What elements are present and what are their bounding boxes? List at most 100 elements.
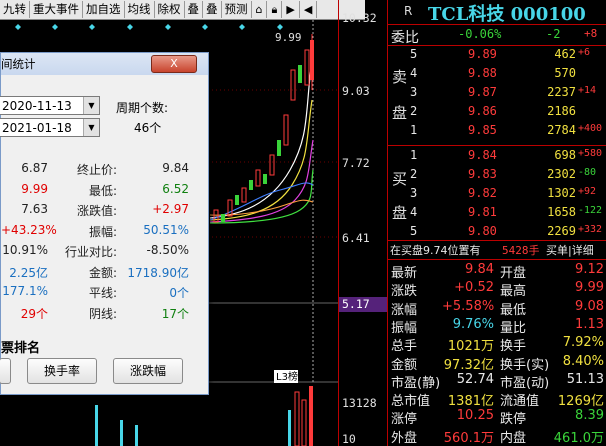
chevron-down-icon[interactable]: ▼: [83, 119, 99, 136]
toolbar-jiuzhuan[interactable]: 九转: [0, 1, 30, 18]
buy-level-row[interactable]: 3 9.82 1302 +92: [388, 186, 606, 204]
toolbar-ex-rights[interactable]: 除权: [155, 1, 185, 18]
stat-value: 8.40%: [562, 353, 604, 369]
axis-tick: 10: [342, 432, 356, 446]
stat-row: 总手 1021万 换手 7.92%: [388, 335, 606, 355]
level-change: +6: [578, 47, 591, 58]
stat-row: 外盘 560.1万 内盘 461.0万: [388, 427, 606, 446]
arrow-left-icon[interactable]: ◀: [300, 1, 318, 18]
level-change: +92: [578, 186, 597, 197]
stat-label: 市盈(动): [500, 375, 550, 391]
buy-level-row[interactable]: 1 9.84 698 +580: [388, 148, 606, 166]
dialog-value: 0个: [169, 286, 189, 300]
volume-bars: [95, 386, 313, 446]
dialog-label: 金额:: [88, 265, 117, 280]
event-markers: [15, 24, 283, 30]
toolbar-stack[interactable]: 叠: [203, 1, 222, 18]
level-number: 3: [410, 85, 418, 99]
candle: [277, 140, 281, 156]
level-price: 9.87: [468, 85, 497, 99]
home-icon[interactable]: ⌂: [252, 1, 268, 18]
rank-button-partial[interactable]: [0, 358, 11, 384]
stat-value: 1.13: [575, 316, 604, 332]
level-price: 9.86: [468, 104, 497, 118]
stat-value: 560.1万: [443, 430, 494, 446]
candles: [213, 34, 314, 223]
sell-level-row[interactable]: 3 9.87 2237 +14: [388, 85, 606, 103]
stat-label: 量比: [500, 320, 527, 336]
period-count-label: 周期个数:: [116, 101, 169, 115]
stat-value: 97.32亿: [443, 357, 494, 373]
ranking-section-title: 票排名: [1, 341, 41, 356]
toolbar-moving-average[interactable]: 均线: [125, 1, 155, 18]
dialog-value: 9.99: [21, 181, 48, 196]
stat-label: 市盈(静): [391, 375, 441, 391]
candle: [304, 49, 310, 86]
dialog-value: 50.51%: [143, 222, 189, 237]
stat-row: 金额 97.32亿 换手(实) 8.40%: [388, 353, 606, 373]
range-stats-dialog: 间统计 X 2020-11-13 ▼ 2021-01-18 ▼ 周期个数: 46…: [0, 52, 209, 395]
stat-row: 涨停 10.25 跌停 8.39: [388, 408, 606, 428]
dialog-value: +2.97: [152, 202, 189, 216]
rank-change-button[interactable]: 涨跌幅: [113, 358, 183, 384]
chart-high-label: 9.99: [275, 31, 302, 44]
ma-line-white: [209, 59, 313, 219]
stat-value: 1269亿: [557, 394, 604, 410]
dialog-value: 1718.90亿: [127, 265, 189, 280]
sell-level-row[interactable]: 1 9.85 2784 +400: [388, 123, 606, 141]
dialog-value: 9.84: [162, 161, 189, 175]
stat-label: 涨停: [391, 412, 418, 428]
dialog-titlebar[interactable]: 间统计 X: [1, 53, 208, 75]
lock-icon[interactable]: 🔒︎: [267, 1, 283, 18]
stat-label: 总手: [391, 339, 418, 355]
toolbar-overlay[interactable]: 叠: [185, 1, 203, 18]
stat-label: 涨幅: [391, 302, 418, 318]
sell-level-row[interactable]: 4 9.88 570: [388, 66, 606, 84]
stat-value: +5.58%: [442, 298, 495, 314]
sell-level-row[interactable]: 2 9.86 2186: [388, 104, 606, 122]
volume-bar: [309, 386, 313, 446]
stat-value: 1381亿: [447, 394, 494, 410]
end-date-select[interactable]: 2021-01-18 ▼: [0, 118, 100, 137]
level-number: 4: [410, 66, 418, 80]
stat-label: 流通值: [500, 394, 540, 410]
ma-line-magenta: [209, 139, 314, 223]
dialog-label: 涨跌值:: [76, 204, 117, 218]
stat-value: 10.25: [456, 408, 494, 424]
level-price: 9.81: [468, 205, 497, 219]
dialog-value: 6.87: [21, 161, 48, 175]
candle: [269, 154, 275, 176]
stat-value: 9.08: [575, 298, 604, 314]
toolbar-add-watchlist[interactable]: 加自选: [83, 1, 125, 18]
buy-level-row[interactable]: 4 9.81 1658 -122: [388, 205, 606, 223]
rank-turnover-button[interactable]: 换手率: [27, 358, 97, 384]
stat-label: 振幅: [391, 320, 418, 336]
dialog-value: 6.52: [162, 181, 189, 196]
level-number: 1: [410, 123, 418, 137]
buy-level-row[interactable]: 2 9.83 2302 -80: [388, 167, 606, 185]
arrow-right-icon[interactable]: ▶: [282, 1, 300, 18]
order-info-row[interactable]: 在买盘9.74位置有 5428手 买单|详细: [388, 242, 606, 260]
level-volume: 2269: [547, 224, 576, 238]
toolbar-major-events[interactable]: 重大事件: [30, 1, 83, 18]
stat-label: 跌停: [500, 412, 527, 428]
crosshair-price-label: 5.17: [339, 297, 387, 312]
stat-label: 涨跌: [391, 284, 418, 300]
level-change: +400: [578, 123, 603, 134]
level-volume: 462: [554, 47, 576, 61]
sell-level-row[interactable]: 5 9.89 462 +6: [388, 47, 606, 65]
stock-title: TCL科技 000100: [428, 4, 586, 25]
start-date-select[interactable]: 2020-11-13 ▼: [0, 96, 100, 115]
stat-row: 市盈(静) 52.74 市盈(动) 51.13: [388, 372, 606, 391]
close-button[interactable]: X: [151, 55, 197, 73]
stat-value: 1021万: [447, 339, 494, 355]
level-price: 9.82: [468, 186, 497, 200]
volume-bar: [95, 405, 98, 446]
dialog-label: 最低:: [88, 183, 117, 198]
stat-label: 外盘: [391, 430, 418, 446]
toolbar-forecast[interactable]: 预测: [222, 1, 252, 18]
chevron-down-icon[interactable]: ▼: [83, 97, 99, 114]
chart-toolbar: 九转 重大事件 加自选 均线 除权 叠 叠 预测 ⌂ 🔒︎ ▶ ◀: [0, 0, 365, 20]
level-volume: 2237: [547, 85, 576, 99]
candle: [263, 174, 267, 184]
